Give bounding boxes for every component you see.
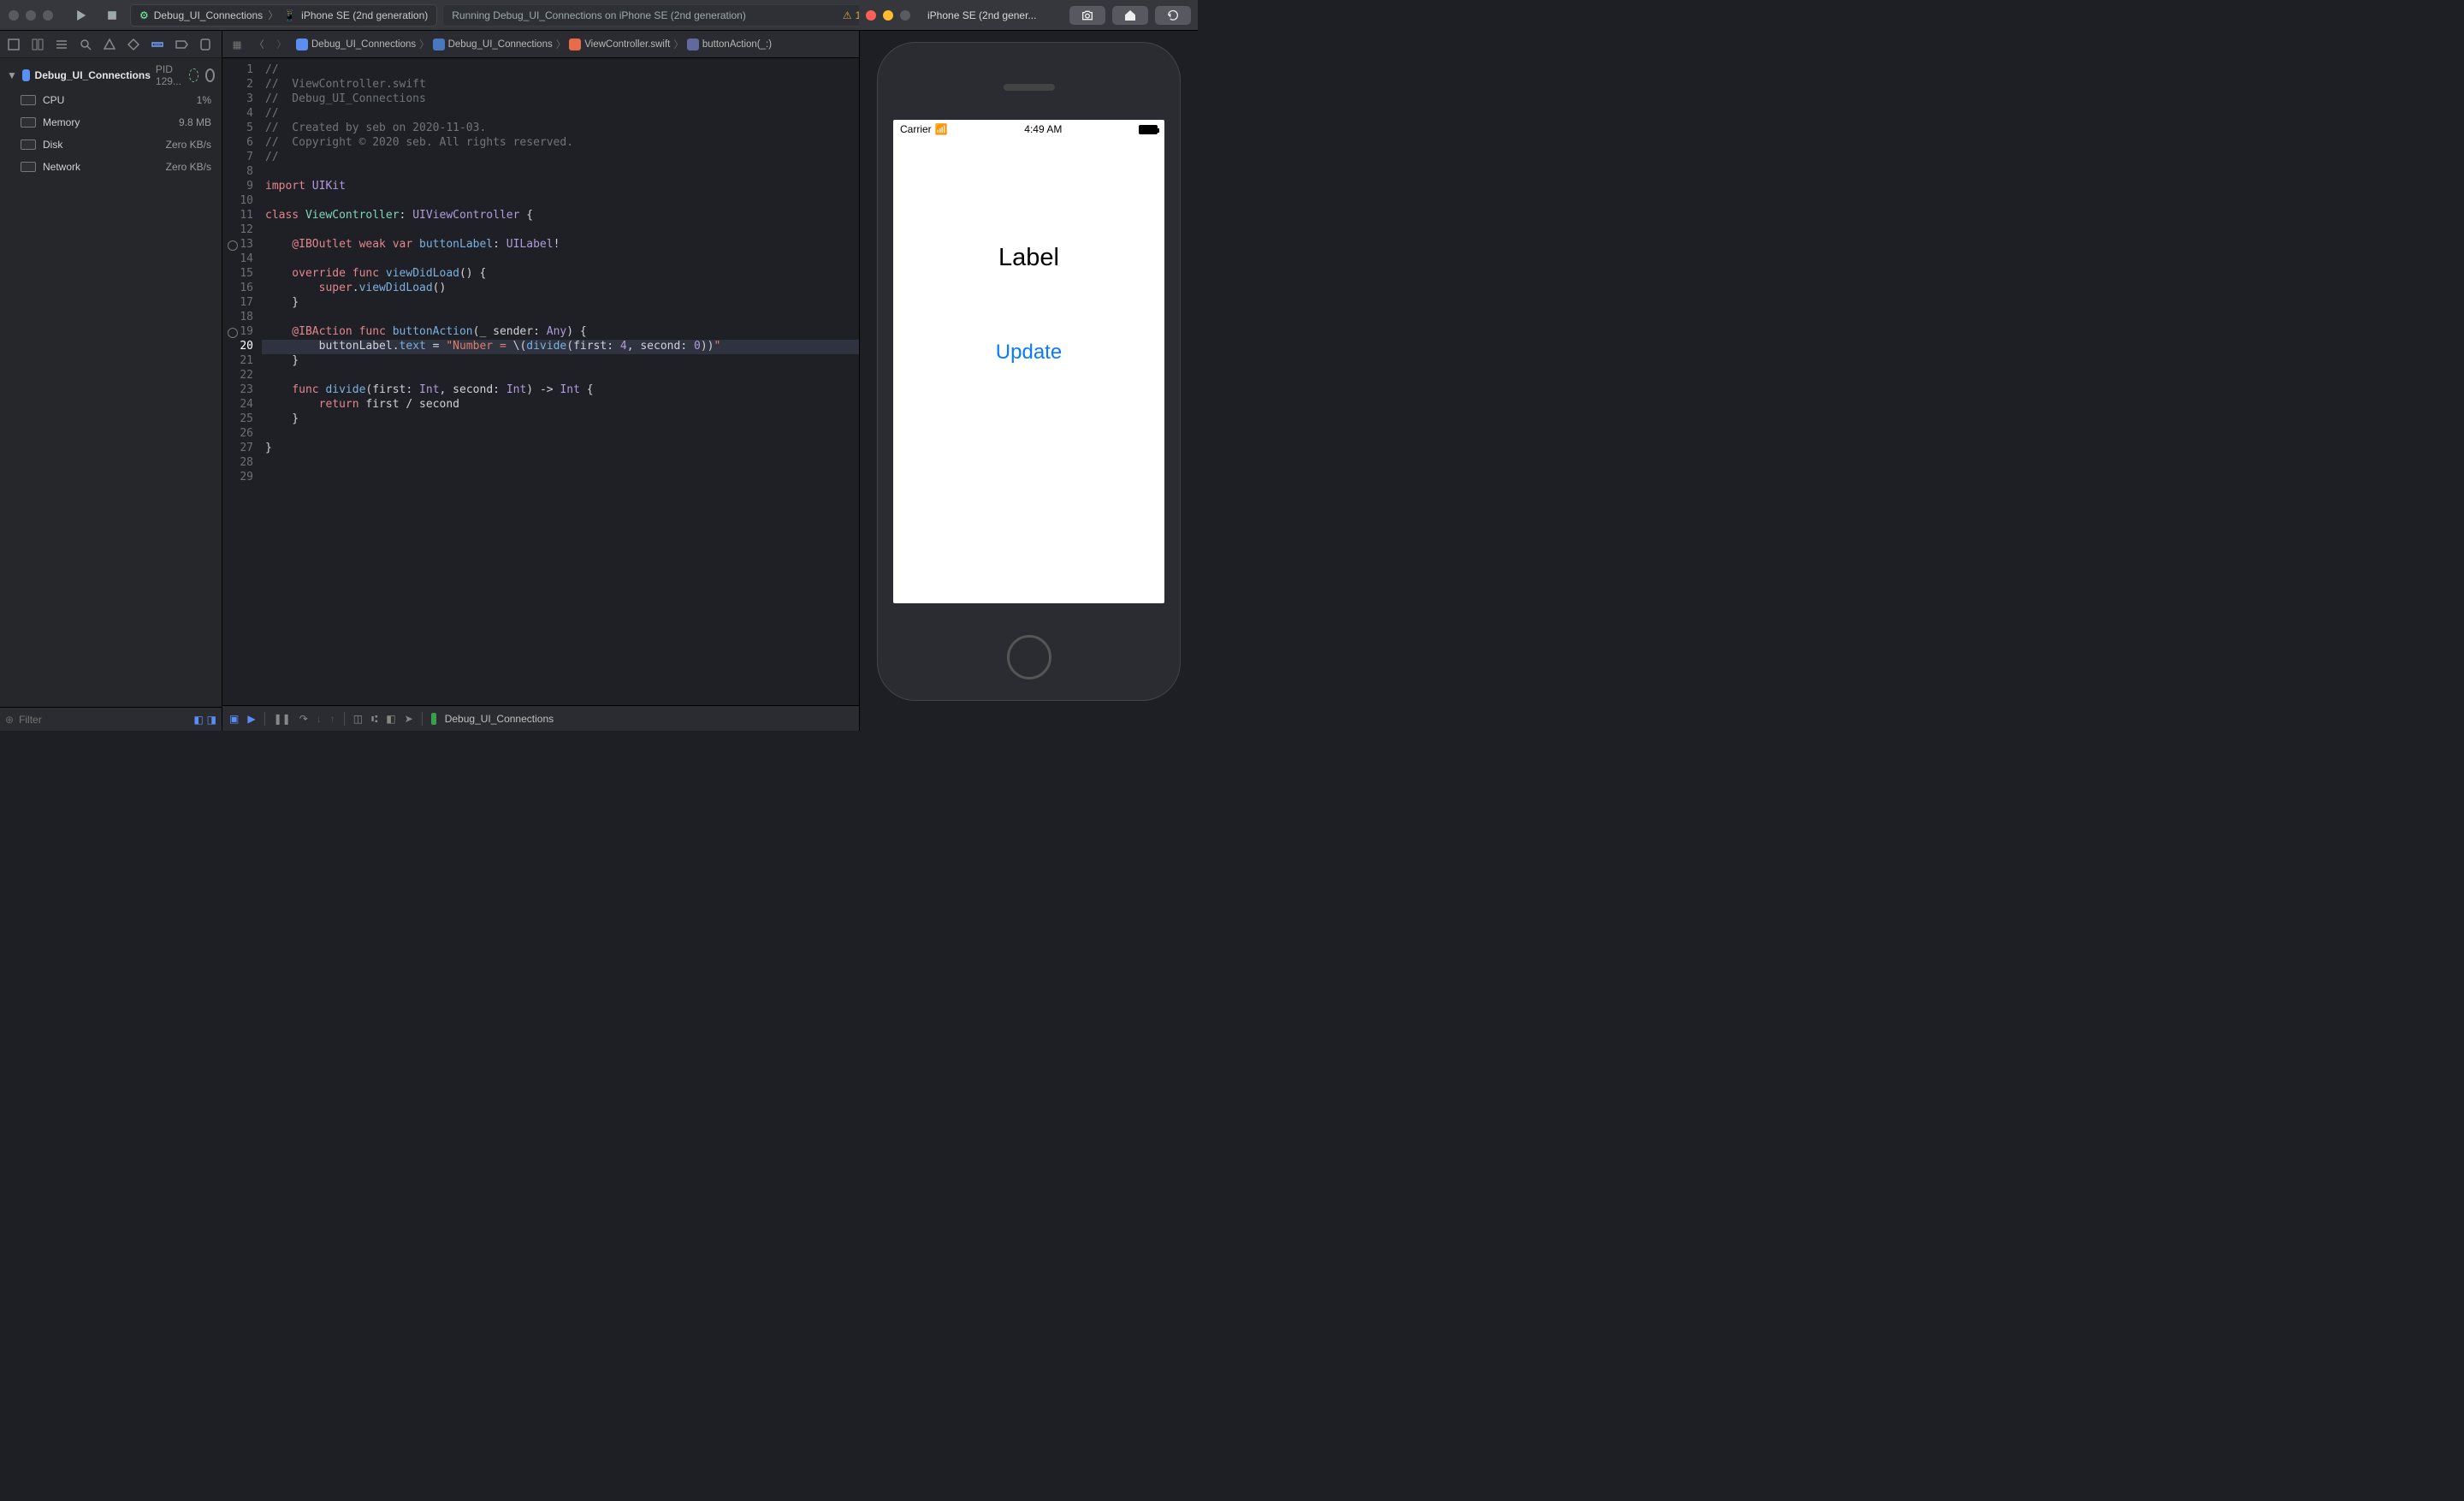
battery-icon [1139,125,1158,134]
code-editor[interactable]: 1234567891011121314151617181920212223242… [222,58,859,705]
debug-target[interactable]: Debug_UI_Connections [445,713,554,725]
sim-device-title: iPhone SE (2nd gener... [927,9,1063,21]
breadcrumb-item[interactable]: ViewController.swift [569,39,670,50]
gauge-icon [21,139,36,150]
filter-bar: ⊕ ◧ ◨ [0,707,222,731]
filter-scope-icon[interactable]: ◧ [193,714,203,726]
device-name: iPhone SE (2nd generation) [301,9,428,21]
find-nav-icon[interactable] [77,36,94,53]
hardware-home-button[interactable] [1007,635,1051,679]
issue-nav-icon[interactable] [101,36,118,53]
forward-button[interactable]: 〉 [274,38,289,51]
carrier-label: Carrier [900,123,932,135]
scheme-name: Debug_UI_Connections [154,9,263,21]
status-text: Running Debug_UI_Connections on iPhone S… [452,9,746,21]
wifi-icon [935,123,948,135]
ios-time: 4:49 AM [1024,123,1062,135]
gauge-icon [21,95,36,105]
hide-debug-icon[interactable]: ▣ [229,713,239,725]
window-traffic-lights[interactable] [9,10,53,21]
gauge-icon [21,117,36,128]
resource-row[interactable]: Memory 9.8 MB [0,111,222,133]
resource-row[interactable]: Network Zero KB/s [0,156,222,178]
breakpoints-icon[interactable]: ▶ [247,713,255,725]
resource-name: Network [43,161,80,173]
iphone-bezel: Carrier 4:49 AM Label Update [877,42,1181,701]
breadcrumb-item[interactable]: Debug_UI_Connections [433,39,553,50]
stop-button[interactable] [99,5,125,26]
navigator-tabs [0,31,222,58]
step-over-icon[interactable]: ↷ [299,713,308,725]
env-override-icon[interactable]: ◧ [386,713,395,725]
resource-value: Zero KB/s [166,139,211,151]
activity-status: Running Debug_UI_Connections on iPhone S… [442,4,870,27]
step-into-icon[interactable]: ↓ [317,713,322,725]
swift-icon [569,39,581,50]
gauge-icon [21,162,36,172]
breakpoint-nav-icon[interactable] [173,36,190,53]
update-button[interactable]: Update [893,341,1164,365]
process-row[interactable]: ▼ Debug_UI_Connections PID 129... [0,62,222,89]
pause-icon[interactable]: ❚❚ [274,713,291,725]
source-nav-icon[interactable] [29,36,46,53]
ui-label: Label [893,244,1164,272]
related-items-icon[interactable]: ▦ [229,39,245,50]
test-nav-icon[interactable] [125,36,142,53]
iphone-screen[interactable]: Carrier 4:49 AM Label Update [893,120,1164,603]
filter-icon[interactable]: ⊕ [5,714,14,726]
resource-value: 9.8 MB [179,116,211,128]
profile-icon [205,68,215,82]
rotate-button[interactable] [1155,6,1191,25]
symbol-nav-icon[interactable] [53,36,70,53]
resource-row[interactable]: Disk Zero KB/s [0,133,222,156]
resource-value: Zero KB/s [166,161,211,173]
breadcrumb-item[interactable]: buttonAction(_:) [687,39,772,50]
method-icon [687,39,699,50]
project-nav-icon[interactable] [5,36,22,53]
sim-traffic-lights[interactable] [866,10,910,21]
report-nav-icon[interactable] [197,36,214,53]
screenshot-button[interactable] [1069,6,1105,25]
debug-nav-icon[interactable] [149,36,166,53]
navigator-sidebar: ▼ Debug_UI_Connections PID 129... CPU 1% M… [0,31,222,731]
back-button[interactable]: 〈 [252,38,267,51]
editor-tabstrip: ▦ 〈 〉 Debug_UI_Connections〉Debug_UI_Conn… [222,31,859,58]
memory-graph-icon[interactable]: ⑆ [371,713,377,725]
editor-column: ▦ 〈 〉 Debug_UI_Connections〉Debug_UI_Conn… [222,31,860,731]
simulator-panel: Carrier 4:49 AM Label Update [860,31,1198,731]
filter-scope2-icon[interactable]: ◨ [207,714,216,726]
folder-icon [433,39,445,50]
debug-bar: ▣ ▶ ❚❚ ↷ ↓ ↑ ◫ ⑆ ◧ ➤ Debug_UI_Connection… [222,705,859,731]
resource-name: CPU [43,94,64,106]
process-indicator-icon [431,713,436,725]
resource-row[interactable]: CPU 1% [0,89,222,111]
resource-name: Memory [43,116,80,128]
view-debug-icon[interactable]: ◫ [353,713,363,725]
xcproj-icon [296,39,308,50]
filter-input[interactable] [19,714,188,726]
ios-status-bar: Carrier 4:49 AM [893,120,1164,139]
resource-value: 1% [197,94,211,106]
location-icon[interactable]: ➤ [405,713,413,725]
resource-name: Disk [43,139,62,151]
run-button[interactable] [68,5,94,26]
step-out-icon[interactable]: ↑ [330,713,335,725]
simulator-titlebar: iPhone SE (2nd gener... [859,0,1198,31]
breadcrumb-item[interactable]: Debug_UI_Connections [296,39,416,50]
home-button[interactable] [1112,6,1148,25]
debug-navigator-tree: ▼ Debug_UI_Connections PID 129... CPU 1% M… [0,58,222,707]
activity-badge-icon [189,68,198,82]
scheme-selector[interactable]: ⚙︎ Debug_UI_Connections 〉 📱 iPhone SE (2… [130,4,437,27]
